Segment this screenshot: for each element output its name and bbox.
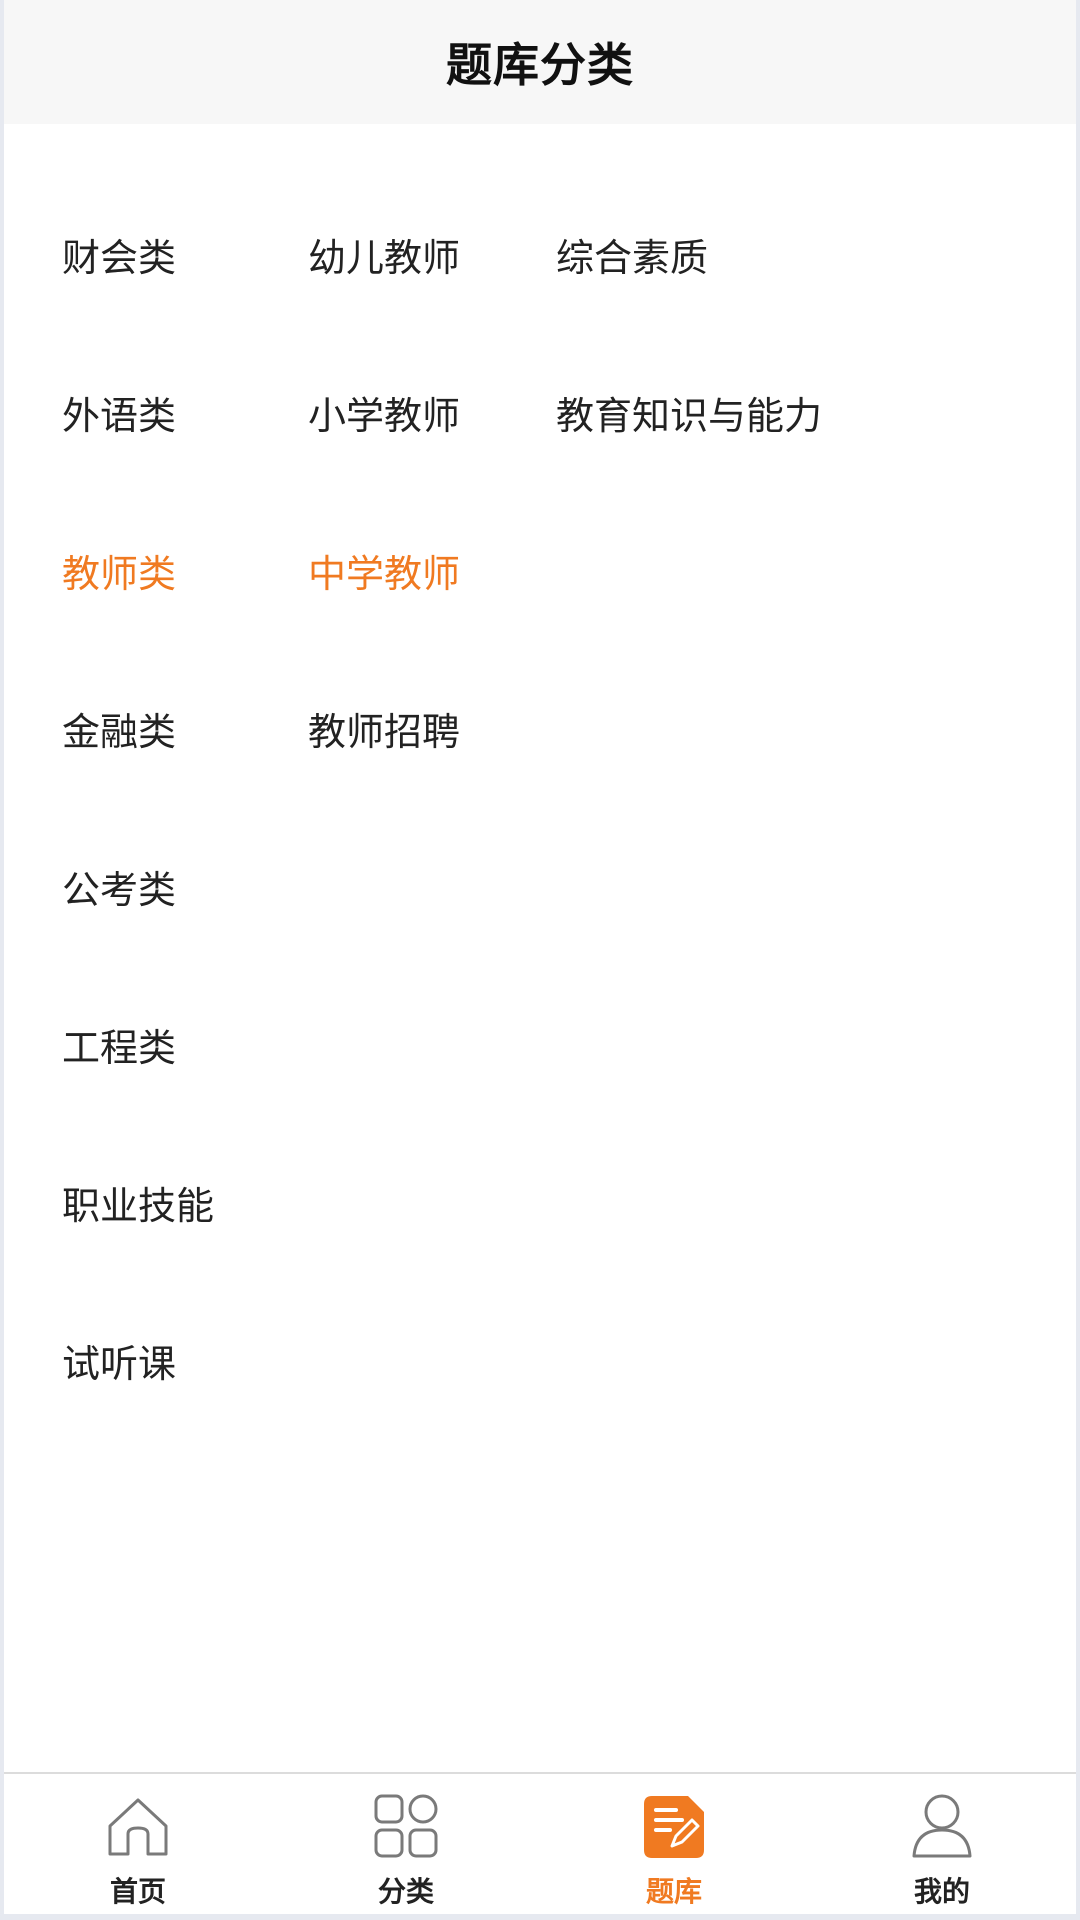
tab-question-bank[interactable]: 题库 xyxy=(540,1774,808,1920)
category-foreign-language[interactable]: 外语类 xyxy=(62,392,176,440)
grid-icon xyxy=(368,1788,444,1864)
tab-category-label: 分类 xyxy=(377,1875,434,1908)
tab-home-label: 首页 xyxy=(109,1875,166,1908)
tab-home[interactable]: 首页 xyxy=(4,1774,272,1920)
tab-category[interactable]: 分类 xyxy=(272,1774,540,1920)
bottom-tab-bar: 首页 分类 题库 我的 xyxy=(4,1772,1076,1920)
category-vocational-skills[interactable]: 职业技能 xyxy=(62,1182,214,1230)
user-icon xyxy=(904,1788,980,1864)
subcategory-primary-teacher[interactable]: 小学教师 xyxy=(308,392,460,440)
tab-profile-label: 我的 xyxy=(913,1875,970,1908)
category-finance-accounting[interactable]: 财会类 xyxy=(62,234,176,282)
page-title: 题库分类 xyxy=(446,38,634,92)
subject-education-knowledge[interactable]: 教育知识与能力 xyxy=(556,392,822,440)
category-trial-lesson[interactable]: 试听课 xyxy=(62,1340,176,1388)
category-banking[interactable]: 金融类 xyxy=(62,708,176,756)
category-panel: 财会类 外语类 教师类 金融类 公考类 工程类 职业技能 试听课 幼儿教师 小学… xyxy=(4,124,1076,1772)
bottom-edge xyxy=(4,1914,1076,1920)
subject-comprehensive-quality[interactable]: 综合素质 xyxy=(556,234,708,282)
category-engineering[interactable]: 工程类 xyxy=(62,1024,176,1072)
tab-question-bank-label: 题库 xyxy=(645,1875,702,1908)
app-root: 题库分类 财会类 外语类 教师类 金融类 公考类 工程类 职业技能 试听课 幼儿… xyxy=(0,0,1080,1920)
top-bar: 题库分类 xyxy=(4,0,1076,124)
subcategory-secondary-teacher[interactable]: 中学教师 xyxy=(308,550,460,598)
subcategory-kindergarten-teacher[interactable]: 幼儿教师 xyxy=(308,234,460,282)
category-civil-service[interactable]: 公考类 xyxy=(62,866,176,914)
home-icon xyxy=(100,1788,176,1864)
subcategory-teacher-recruitment[interactable]: 教师招聘 xyxy=(308,708,460,756)
tab-profile[interactable]: 我的 xyxy=(808,1774,1076,1920)
edit-note-icon xyxy=(636,1788,712,1864)
category-teacher[interactable]: 教师类 xyxy=(62,550,176,598)
